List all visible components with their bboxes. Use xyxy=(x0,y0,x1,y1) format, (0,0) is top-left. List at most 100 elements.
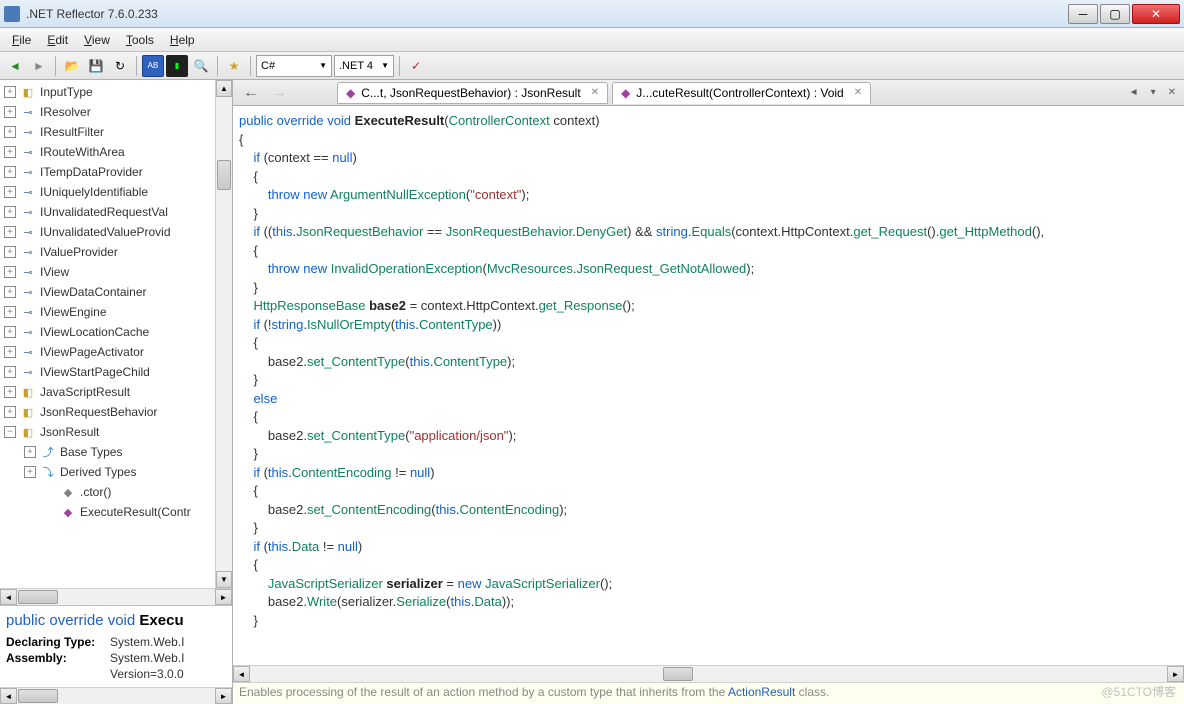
scroll-right-button[interactable]: ► xyxy=(215,688,232,704)
refresh-button[interactable]: ↻ xyxy=(109,55,131,77)
scroll-thumb[interactable] xyxy=(18,689,58,703)
expand-icon[interactable]: + xyxy=(4,166,16,178)
scroll-up-button[interactable]: ▲ xyxy=(216,80,232,97)
menu-tools[interactable]: Tools xyxy=(118,31,162,49)
tree-item[interactable]: +⊸IUnvalidatedRequestVal xyxy=(0,202,232,222)
favorite-button[interactable]: ★ xyxy=(223,55,245,77)
scroll-down-button[interactable]: ▼ xyxy=(216,571,232,588)
tab-close-all-button[interactable]: ✕ xyxy=(1164,87,1180,98)
expand-icon[interactable]: − xyxy=(4,426,16,438)
class-icon: ◧ xyxy=(20,424,36,440)
expand-icon[interactable]: + xyxy=(4,346,16,358)
tree-item[interactable]: ◆ExecuteResult(Contr xyxy=(0,502,232,522)
tree-item[interactable]: +⊸IViewPageActivator xyxy=(0,342,232,362)
search-button[interactable]: 🔍 xyxy=(190,55,212,77)
expand-icon[interactable]: + xyxy=(24,466,36,478)
scroll-right-button[interactable]: ► xyxy=(1167,666,1184,682)
scroll-left-button[interactable]: ◄ xyxy=(0,589,17,605)
expand-icon[interactable]: + xyxy=(4,266,16,278)
tree-item[interactable]: +◧InputType xyxy=(0,82,232,102)
tree-item[interactable]: +⊸IRouteWithArea xyxy=(0,142,232,162)
tab-prev-button[interactable]: ◄ xyxy=(1125,87,1143,98)
description-bar: Enables processing of the result of an a… xyxy=(233,682,1184,704)
tree-item[interactable]: +⊸IViewStartPageChild xyxy=(0,362,232,382)
expand-icon[interactable]: + xyxy=(4,406,16,418)
maximize-button[interactable]: ▢ xyxy=(1100,4,1130,24)
tree-item[interactable]: +⊸IResolver xyxy=(0,102,232,122)
tree-item[interactable]: +⊸IViewDataContainer xyxy=(0,282,232,302)
tab-jsonresult[interactable]: ◆ C...t, JsonRequestBehavior) : JsonResu… xyxy=(337,82,608,104)
menu-edit[interactable]: Edit xyxy=(39,31,76,49)
scroll-thumb[interactable] xyxy=(217,160,231,190)
expand-icon[interactable]: + xyxy=(4,86,16,98)
menu-help[interactable]: Help xyxy=(162,31,203,49)
right-panel: ← → ◆ C...t, JsonRequestBehavior) : Json… xyxy=(233,80,1184,704)
expand-icon[interactable]: + xyxy=(4,306,16,318)
scroll-right-button[interactable]: ► xyxy=(215,589,232,605)
tree-item[interactable]: +⊸IViewEngine xyxy=(0,302,232,322)
actionresult-link[interactable]: ActionResult xyxy=(728,685,795,699)
back-button[interactable]: ◄ xyxy=(4,55,26,77)
scroll-left-button[interactable]: ◄ xyxy=(0,688,17,704)
tab-close-button[interactable]: ✕ xyxy=(591,87,599,98)
tree-item[interactable]: +⊸ITempDataProvider xyxy=(0,162,232,182)
scroll-thumb[interactable] xyxy=(18,590,58,604)
forward-button[interactable]: ► xyxy=(28,55,50,77)
interface-icon: ⊸ xyxy=(20,224,36,240)
language-dropdown[interactable]: C#▼ xyxy=(256,55,332,77)
menu-view[interactable]: View xyxy=(76,31,118,49)
scroll-thumb[interactable] xyxy=(663,667,693,681)
expand-icon[interactable]: + xyxy=(4,186,16,198)
expand-icon[interactable]: + xyxy=(4,246,16,258)
expand-icon[interactable]: + xyxy=(4,286,16,298)
close-button[interactable]: ✕ xyxy=(1132,4,1180,24)
menu-file[interactable]: File xyxy=(4,31,39,49)
expand-icon[interactable]: + xyxy=(24,446,36,458)
expand-icon[interactable]: + xyxy=(4,326,16,338)
tree-view[interactable]: +◧InputType+⊸IResolver+⊸IResultFilter+⊸I… xyxy=(0,80,232,588)
terminal-button[interactable]: ▮ xyxy=(166,55,188,77)
check-button[interactable]: ✓ xyxy=(405,55,427,77)
tree-item[interactable]: ◆.ctor() xyxy=(0,482,232,502)
tab-executeresult[interactable]: ◆ J...cuteResult(ControllerContext) : Vo… xyxy=(612,82,871,104)
tree-label: InputType xyxy=(40,85,93,99)
expand-icon[interactable]: + xyxy=(4,206,16,218)
code-editor[interactable]: public override void ExecuteResult(Contr… xyxy=(233,106,1184,665)
tree-item[interactable]: +⊸IView xyxy=(0,262,232,282)
derived-types-icon: ⤵ xyxy=(40,464,56,480)
interface-icon: ⊸ xyxy=(20,364,36,380)
scroll-left-button[interactable]: ◄ xyxy=(233,666,250,682)
tree-item[interactable]: +⤵Derived Types xyxy=(0,462,232,482)
horizontal-scrollbar[interactable]: ◄ ► xyxy=(0,588,232,605)
tree-label: IResultFilter xyxy=(40,125,104,139)
expand-icon[interactable]: + xyxy=(4,106,16,118)
interface-icon: ⊸ xyxy=(20,244,36,260)
tree-item[interactable]: +⤴Base Types xyxy=(0,442,232,462)
info-scrollbar[interactable]: ◄ ► xyxy=(0,687,232,704)
minimize-button[interactable]: ─ xyxy=(1068,4,1098,24)
open-button[interactable]: 📂 xyxy=(61,55,83,77)
expand-icon[interactable]: + xyxy=(4,366,16,378)
nav-forward-button[interactable]: → xyxy=(265,82,293,104)
framework-dropdown[interactable]: .NET 4▼ xyxy=(334,55,394,77)
save-button[interactable]: 💾 xyxy=(85,55,107,77)
tree-label: IUnvalidatedRequestVal xyxy=(40,205,168,219)
expand-icon[interactable]: + xyxy=(4,126,16,138)
expand-icon[interactable]: + xyxy=(4,226,16,238)
code-horizontal-scrollbar[interactable]: ◄ ► xyxy=(233,665,1184,682)
view-mode-button[interactable]: AB xyxy=(142,55,164,77)
nav-back-button[interactable]: ← xyxy=(237,82,265,104)
expand-icon[interactable]: + xyxy=(4,146,16,158)
tree-item[interactable]: +⊸IUnvalidatedValueProvid xyxy=(0,222,232,242)
tree-item[interactable]: +⊸IViewLocationCache xyxy=(0,322,232,342)
tab-close-button[interactable]: ✕ xyxy=(854,87,862,98)
expand-icon[interactable]: + xyxy=(4,386,16,398)
tree-item[interactable]: +◧JsonRequestBehavior xyxy=(0,402,232,422)
tree-item[interactable]: +⊸IUniquelyIdentifiable xyxy=(0,182,232,202)
vertical-scrollbar[interactable]: ▲ ▼ xyxy=(215,80,232,588)
tree-item[interactable]: +⊸IValueProvider xyxy=(0,242,232,262)
tab-menu-button[interactable]: ▾ xyxy=(1147,87,1160,98)
tree-item[interactable]: +◧JavaScriptResult xyxy=(0,382,232,402)
tree-item[interactable]: −◧JsonResult xyxy=(0,422,232,442)
tree-item[interactable]: +⊸IResultFilter xyxy=(0,122,232,142)
